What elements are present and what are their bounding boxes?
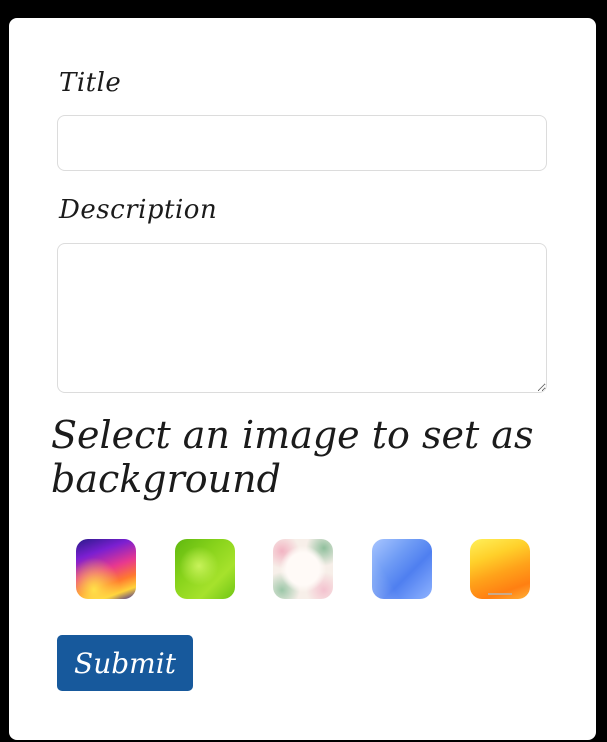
description-label: Description [59,195,218,225]
title-label: Title [59,68,122,98]
colorful-waves-thumbnail[interactable] [76,539,136,599]
submit-button[interactable]: Submit [57,635,193,691]
title-input[interactable] [57,115,547,171]
blue-polygon-thumbnail[interactable] [371,539,432,599]
form-card: Title Description Select an image to set… [9,18,596,740]
description-textarea[interactable] [57,243,547,393]
green-bokeh-thumbnail[interactable] [174,539,235,599]
background-heading: Select an image to set as background [51,413,534,501]
background-options [57,539,549,599]
orange-waves-thumbnail[interactable] [470,539,530,599]
floral-frame-thumbnail[interactable] [273,539,333,599]
